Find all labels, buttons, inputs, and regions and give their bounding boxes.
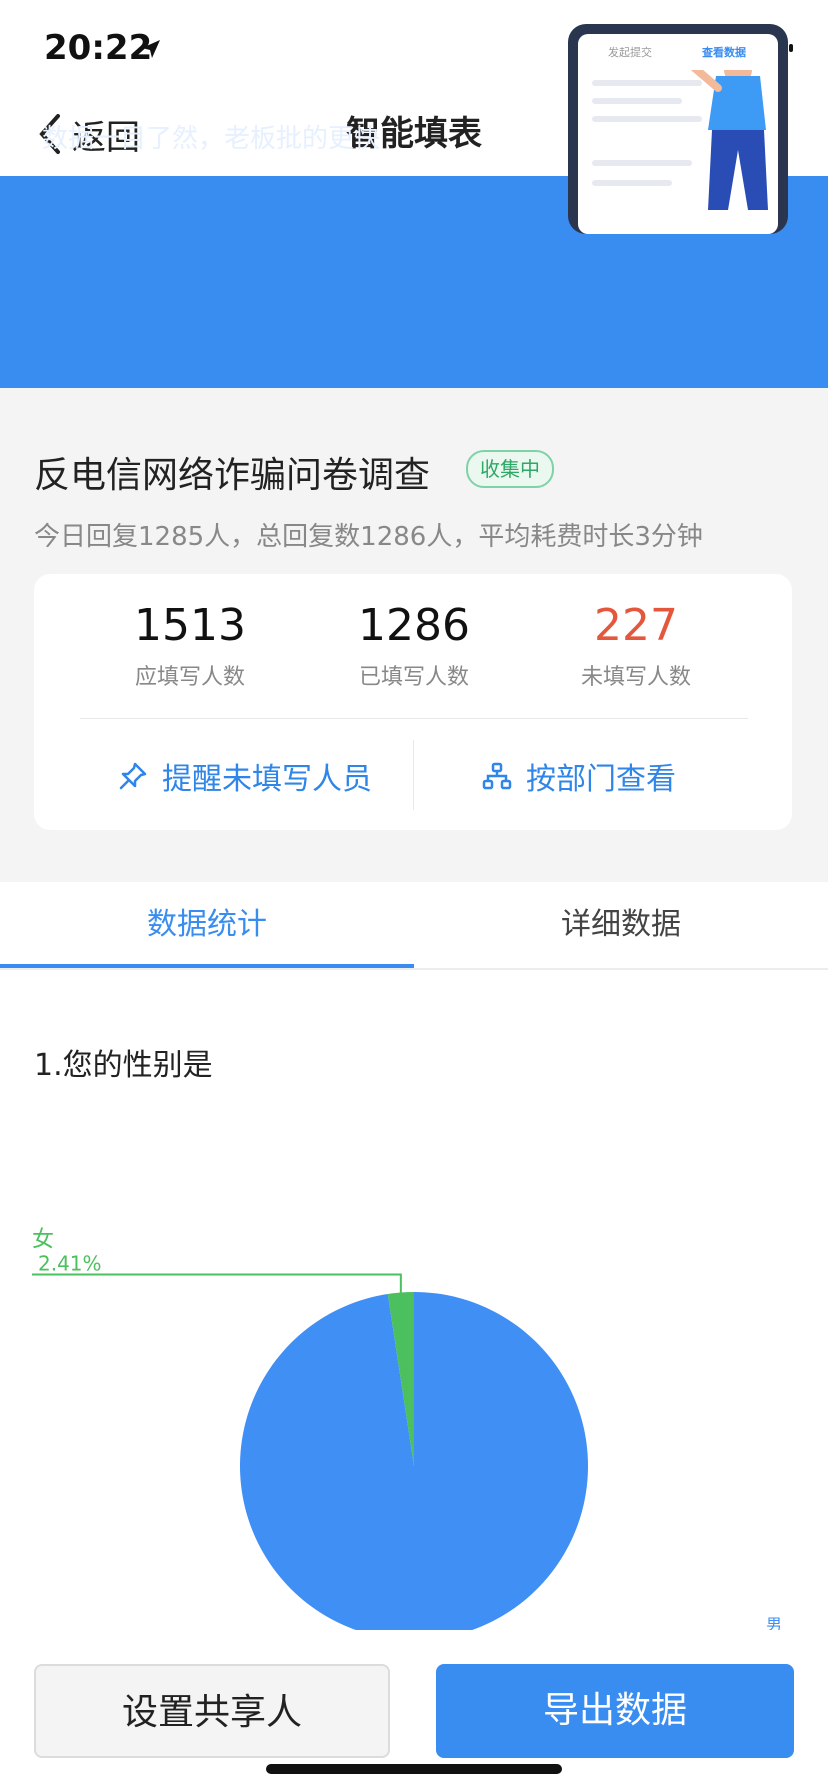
export-data-button[interactable]: 导出数据: [436, 1664, 794, 1758]
stat-label: 已填写人数: [358, 665, 469, 690]
stat-label: 应填写人数: [134, 665, 245, 690]
gender-pie-chart: 女2.41% 男: [32, 1227, 782, 1630]
remind-unfilled-label: 提醒未填写人员: [162, 762, 372, 797]
pin-icon: [119, 762, 147, 790]
stat-value: 1513: [134, 600, 246, 651]
tab-data-statistics[interactable]: 数据统计: [0, 882, 414, 968]
banner-subtitle: 数据一目了然，老板批的更快: [42, 124, 381, 154]
remind-unfilled-button[interactable]: 提醒未填写人员: [118, 750, 372, 802]
stat-filled: 1286 已填写人数: [304, 600, 524, 691]
card-divider: [80, 718, 748, 719]
banner-person-illustration: [592, 70, 768, 210]
status-badge: 收集中: [466, 450, 554, 488]
question-title: 1.您的性别是: [34, 1048, 213, 1083]
home-indicator[interactable]: [266, 1764, 562, 1774]
stat-value: 227: [594, 600, 678, 651]
pie-label-male: 男: [766, 1615, 782, 1630]
stat-value: 1286: [358, 600, 470, 651]
pie-leader-line: [32, 1273, 402, 1297]
pie-label-name: 女: [32, 1227, 54, 1252]
org-chart-icon: [482, 762, 512, 790]
view-by-department-label: 按部门查看: [526, 762, 676, 797]
banner-title: 30秒玩转审批新功能: [42, 67, 466, 118]
view-by-department-button[interactable]: 按部门查看: [482, 750, 676, 802]
pie-label-value: 2.41%: [38, 1251, 102, 1275]
tab-detailed-data[interactable]: 详细数据: [414, 882, 828, 968]
banner-phone-tab-left: 发起提交: [608, 46, 652, 59]
stat-label: 未填写人数: [580, 665, 691, 690]
card-vertical-divider: [413, 740, 414, 810]
banner-phone-tab-right: 查看数据: [702, 46, 746, 59]
stat-unfilled: 227 未填写人数: [526, 600, 746, 691]
set-sharer-button[interactable]: 设置共享人: [34, 1664, 390, 1758]
survey-title: 反电信网络诈骗问卷调查: [34, 455, 431, 496]
stat-expected: 1513 应填写人数: [80, 600, 300, 691]
survey-summary: 今日回复1285人，总回复数1286人，平均耗费时长3分钟: [34, 522, 703, 552]
tab-active-indicator: [0, 964, 414, 968]
